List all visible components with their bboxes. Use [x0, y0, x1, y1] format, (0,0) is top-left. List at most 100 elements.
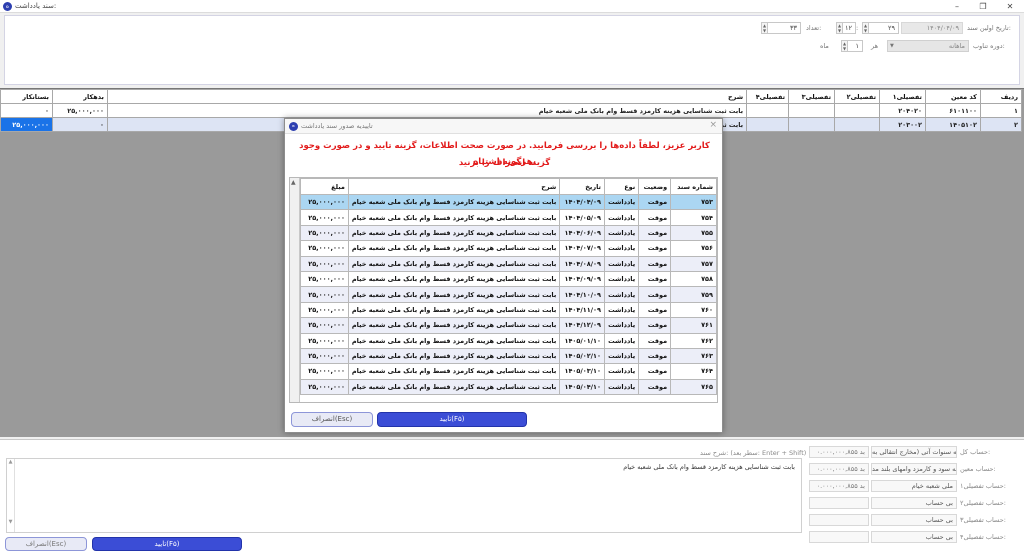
cell-amount[interactable]: ۲۵,۰۰۰,۰۰۰	[300, 332, 349, 349]
cell-amount[interactable]: ۲۵,۰۰۰,۰۰۰	[300, 224, 349, 242]
col-detail2[interactable]: تفصیلی۲	[834, 89, 881, 104]
cell-status[interactable]: موقت	[638, 270, 672, 288]
account-name-field[interactable]: بی حساب	[871, 514, 957, 526]
cell-amount[interactable]: ۲۵,۰۰۰,۰۰۰	[300, 286, 349, 303]
cell-credit[interactable]: ۲۵,۰۰۰,۰۰۰	[0, 117, 53, 132]
restore-icon[interactable]: ❐	[970, 0, 996, 13]
cell-description[interactable]: بابت ثبت شناسایی هزینه کارمزد قسط وام با…	[347, 270, 561, 288]
cell-type[interactable]: یادداشت	[603, 224, 640, 242]
col-debit[interactable]: بدهکار	[51, 89, 108, 104]
cell-amount[interactable]: ۲۵,۰۰۰,۰۰۰	[300, 347, 349, 365]
cell-credit[interactable]: ۰	[0, 103, 53, 118]
col-doc-number[interactable]: شماره سند	[670, 178, 717, 195]
cell-type[interactable]: یادداشت	[603, 363, 640, 380]
cell-status[interactable]: موقت	[638, 240, 672, 257]
table-row[interactable]: ۲۵,۰۰۰,۰۰۰ بابت ثبت شناسایی هزینه کارمزد …	[300, 270, 717, 288]
every-stepper[interactable]: ▲ ▼ ۱	[841, 40, 863, 52]
account-name-field[interactable]: هزینه سود و کارمزد وامهای بلند مد	[871, 463, 957, 475]
account-name-field[interactable]: ملی شعبه خیام	[871, 480, 957, 492]
cell-detail1[interactable]: ۲۰۴۰۲۰	[879, 103, 926, 118]
cell-date[interactable]: ۱۴۰۴/۰۶/۰۹	[559, 224, 605, 242]
cell-type[interactable]: یادداشت	[603, 240, 640, 257]
col-detail4[interactable]: تفصیلی۴	[746, 89, 790, 104]
notes-textarea[interactable]: ▲ ▼ بابت ثبت شناسایی هزینه کارمزد قسط وام…	[6, 458, 802, 533]
cell-doc-number[interactable]: ۷۶۲	[670, 332, 717, 349]
cell-status[interactable]: موقت	[638, 378, 672, 396]
table-row[interactable]: ۲۵,۰۰۰,۰۰۰ بابت ثبت شناسایی هزینه کارمزد …	[300, 193, 717, 211]
cell-date[interactable]: ۱۴۰۵/۰۲/۱۰	[559, 347, 605, 365]
cell-description[interactable]: بابت ثبت شناسایی هزینه کارمزد قسط وام با…	[347, 286, 561, 303]
save-button[interactable]: تایید(F۵)	[92, 537, 242, 551]
account-name-field[interactable]: هزینه سنوات آتی (مخارج انتقالی به	[871, 446, 957, 458]
cell-doc-number[interactable]: ۷۶۱	[670, 317, 717, 334]
account-name-field[interactable]: بی حساب	[871, 497, 957, 509]
table-row[interactable]: ۲۵,۰۰۰,۰۰۰ بابت ثبت شناسایی هزینه کارمزد …	[300, 209, 717, 226]
cell-status[interactable]: موقت	[638, 193, 672, 211]
cell-description[interactable]: بابت ثبت شناسایی هزینه کارمزد قسط وام با…	[347, 363, 561, 380]
spin-arrows-icon[interactable]: ▲ ▼	[837, 23, 843, 33]
cell-status[interactable]: موقت	[638, 224, 672, 242]
col-description[interactable]: شرح	[106, 89, 748, 104]
cell-amount[interactable]: ۲۵,۰۰۰,۰۰۰	[300, 317, 349, 334]
cell-description[interactable]: بابت ثبت شناسایی هزینه کارمزد قسط وام با…	[347, 301, 561, 319]
col-detail1[interactable]: تفصیلی۱	[879, 89, 926, 104]
table-row[interactable]: ۲۵,۰۰۰,۰۰۰ بابت ثبت شناسایی هزینه کارمزد …	[300, 332, 717, 349]
cell-type[interactable]: یادداشت	[603, 286, 640, 303]
period-select[interactable]: ▼ ماهانه	[887, 40, 969, 52]
col-amount[interactable]: مبلغ	[300, 178, 349, 195]
cell-type[interactable]: یادداشت	[603, 332, 640, 349]
cell-doc-number[interactable]: ۷۶۵	[670, 378, 717, 396]
count-stepper[interactable]: ▲ ▼ ۳۳	[761, 22, 801, 34]
col-description[interactable]: شرح	[347, 178, 561, 195]
col-row[interactable]: ردیف	[979, 89, 1023, 104]
cell-description[interactable]: بابت ثبت شناسایی هزینه کارمزد قسط وام با…	[347, 193, 561, 211]
cell-date[interactable]: ۱۴۰۴/۰۴/۰۹	[559, 193, 605, 211]
scroll-up-icon[interactable]: ▲	[291, 179, 296, 186]
cell-detail2[interactable]	[834, 117, 881, 132]
cell-type[interactable]: یادداشت	[603, 270, 640, 288]
cell-date[interactable]: ۱۴۰۴/۰۸/۰۹	[559, 255, 605, 272]
month-stepper[interactable]: ▲ ▼ ۱۲	[836, 22, 856, 34]
cell-description[interactable]: بابت ثبت شناسایی هزینه کارمزد قسط وام با…	[347, 255, 561, 272]
first-date-field[interactable]: ۱۴۰۴/۰۴/۰۹	[901, 22, 963, 34]
cell-doc-number[interactable]: ۷۵۷	[670, 255, 717, 272]
cell-status[interactable]: موقت	[638, 286, 672, 303]
cell-date[interactable]: ۱۴۰۴/۱۱/۰۹	[559, 301, 605, 319]
close-icon[interactable]: ✕	[997, 0, 1023, 13]
cell-status[interactable]: موقت	[638, 332, 672, 349]
cell-type[interactable]: یادداشت	[603, 193, 640, 211]
cancel-button[interactable]: انصراف(Esc)	[291, 412, 373, 427]
cell-doc-number[interactable]: ۷۶۳	[670, 347, 717, 365]
cell-description[interactable]: بابت ثبت شناسایی هزینه کارمزد قسط وام با…	[347, 240, 561, 257]
minimize-icon[interactable]: –	[944, 0, 970, 13]
cell-amount[interactable]: ۲۵,۰۰۰,۰۰۰	[300, 270, 349, 288]
cell-description[interactable]: بابت ثبت شناسایی هزینه کارمزد قسط وام با…	[347, 378, 561, 396]
cell-description[interactable]: بابت ثبت شناسایی هزینه کارمزد قسط وام با…	[347, 347, 561, 365]
vertical-scrollbar[interactable]: ▲	[290, 178, 300, 402]
cell-description[interactable]: بابت ثبت شناسایی هزینه کارمزد قسط وام با…	[347, 317, 561, 334]
cell-date[interactable]: ۱۴۰۵/۰۱/۱۰	[559, 332, 605, 349]
cell-status[interactable]: موقت	[638, 347, 672, 365]
cell-doc-number[interactable]: ۷۵۸	[670, 270, 717, 288]
cell-amount[interactable]: ۲۵,۰۰۰,۰۰۰	[300, 209, 349, 226]
cell-date[interactable]: ۱۴۰۵/۰۴/۱۰	[559, 378, 605, 396]
cell-doc-number[interactable]: ۷۶۰	[670, 301, 717, 319]
cell-detail2[interactable]	[834, 103, 881, 118]
cell-status[interactable]: موقت	[638, 363, 672, 380]
cell-doc-number[interactable]: ۷۵۹	[670, 286, 717, 303]
table-row[interactable]: ۲۵,۰۰۰,۰۰۰ بابت ثبت شناسایی هزینه کارمزد …	[300, 378, 717, 396]
cell-amount[interactable]: ۲۵,۰۰۰,۰۰۰	[300, 193, 349, 211]
day-stepper[interactable]: ▲ ▼ ۲۹	[862, 22, 899, 34]
account-name-field[interactable]: بی حساب	[871, 531, 957, 543]
cell-row[interactable]: ۲	[979, 117, 1023, 132]
cell-description[interactable]: بابت ثبت شناسایی هزینه کارمزد قسط وام با…	[347, 209, 561, 226]
cell-amount[interactable]: ۲۵,۰۰۰,۰۰۰	[300, 240, 349, 257]
cell-doc-number[interactable]: ۷۵۵	[670, 224, 717, 242]
cancel-button[interactable]: انصراف(Esc)	[5, 537, 87, 551]
cell-debit[interactable]: ۲۵,۰۰۰,۰۰۰	[51, 103, 108, 118]
cell-status[interactable]: موقت	[638, 255, 672, 272]
col-credit[interactable]: بستانکار	[0, 89, 53, 104]
col-date[interactable]: تاریخ	[559, 178, 605, 195]
col-account-code[interactable]: کد معین	[925, 89, 981, 104]
cell-doc-number[interactable]: ۷۶۴	[670, 363, 717, 380]
